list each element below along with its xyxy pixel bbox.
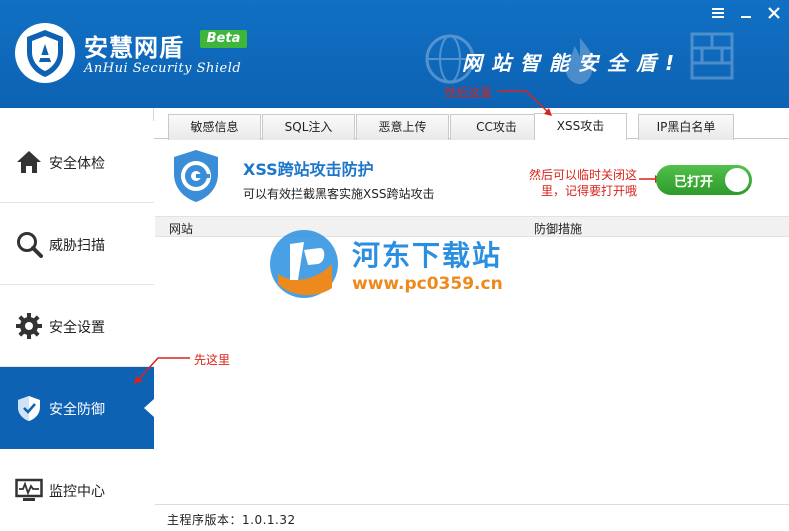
firewall-decoration-icon (690, 32, 734, 80)
sidebar: 安全体检 威胁扫描 安全设置 安全防御 监控中心 (0, 108, 154, 531)
protection-shield-icon (174, 150, 218, 202)
toggle-label: 已打开 (674, 175, 714, 190)
column-header-website: 网站 (169, 222, 194, 236)
sidebar-item-label: 安全防御 (49, 402, 105, 418)
beta-badge: Beta (200, 30, 247, 48)
tab-bar: 敏感信息 SQL注入 恶意上传 CC攻击 XSS攻击 IP黑白名单 (154, 108, 789, 140)
status-footer: 主程序版本：1.0.1.32 (155, 504, 789, 530)
minimize-icon[interactable] (738, 6, 754, 22)
xss-protection-panel: XSS跨站攻击防护 可以有效拦截黑客实施XSS跨站攻击 然后可以临时关闭这里，记… (155, 140, 789, 504)
sidebar-item-security-check[interactable]: 安全体检 (0, 121, 154, 203)
tab-sensitive-info[interactable]: 敏感信息 (168, 114, 261, 140)
shield-logo-icon (15, 23, 75, 83)
monitor-icon (15, 478, 43, 501)
app-title: 安慧网盾 (84, 34, 184, 62)
annotation-toggle-note: 然后可以临时关闭这里，记得要打开哦 (528, 168, 637, 198)
sidebar-item-label: 安全设置 (49, 320, 105, 336)
app-header: 安慧网盾 Beta AnHui Security Shield 网站智能安全盾! (0, 0, 789, 108)
gear-icon (16, 313, 42, 339)
watermark-logo-icon (270, 230, 338, 298)
close-icon[interactable] (766, 6, 782, 22)
annotation-sidebar-note: 先这里 (194, 353, 231, 367)
version-label: 主程序版本：1.0.1.32 (167, 513, 296, 527)
sidebar-item-monitor-center[interactable]: 监控中心 (0, 449, 154, 531)
protection-title: XSS跨站攻击防护 (243, 160, 374, 179)
toggle-knob (725, 168, 749, 192)
sidebar-item-label: 威胁扫描 (49, 238, 105, 254)
magnifier-icon (17, 232, 43, 258)
shield-icon (18, 396, 40, 421)
tab-sql-injection[interactable]: SQL注入 (262, 114, 355, 140)
tab-malicious-upload[interactable]: 恶意上传 (356, 114, 449, 140)
sidebar-item-label: 监控中心 (49, 484, 105, 500)
tab-ip-blacklist[interactable]: IP黑白名单 (638, 114, 734, 140)
sidebar-item-threat-scan[interactable]: 威胁扫描 (0, 203, 154, 285)
annotation-arrow (134, 357, 190, 384)
header-slogan: 网站智能安全盾! (462, 51, 684, 75)
home-icon (17, 151, 41, 173)
column-header-defense: 防御措施 (534, 222, 583, 236)
app-subtitle: AnHui Security Shield (84, 61, 242, 76)
hamburger-icon[interactable] (710, 6, 726, 22)
watermark-url: www.pc0359.cn (352, 274, 503, 294)
active-indicator (144, 399, 154, 417)
watermark-title: 河东下载站 (352, 239, 503, 272)
protection-description: 可以有效拦截黑客实施XSS跨站攻击 (243, 187, 435, 201)
annotation-arrow (498, 90, 552, 116)
protection-toggle[interactable]: 已打开 (656, 165, 752, 195)
sidebar-item-label: 安全体检 (49, 156, 105, 172)
annotation-tab-note: 然后这里 (444, 86, 493, 100)
